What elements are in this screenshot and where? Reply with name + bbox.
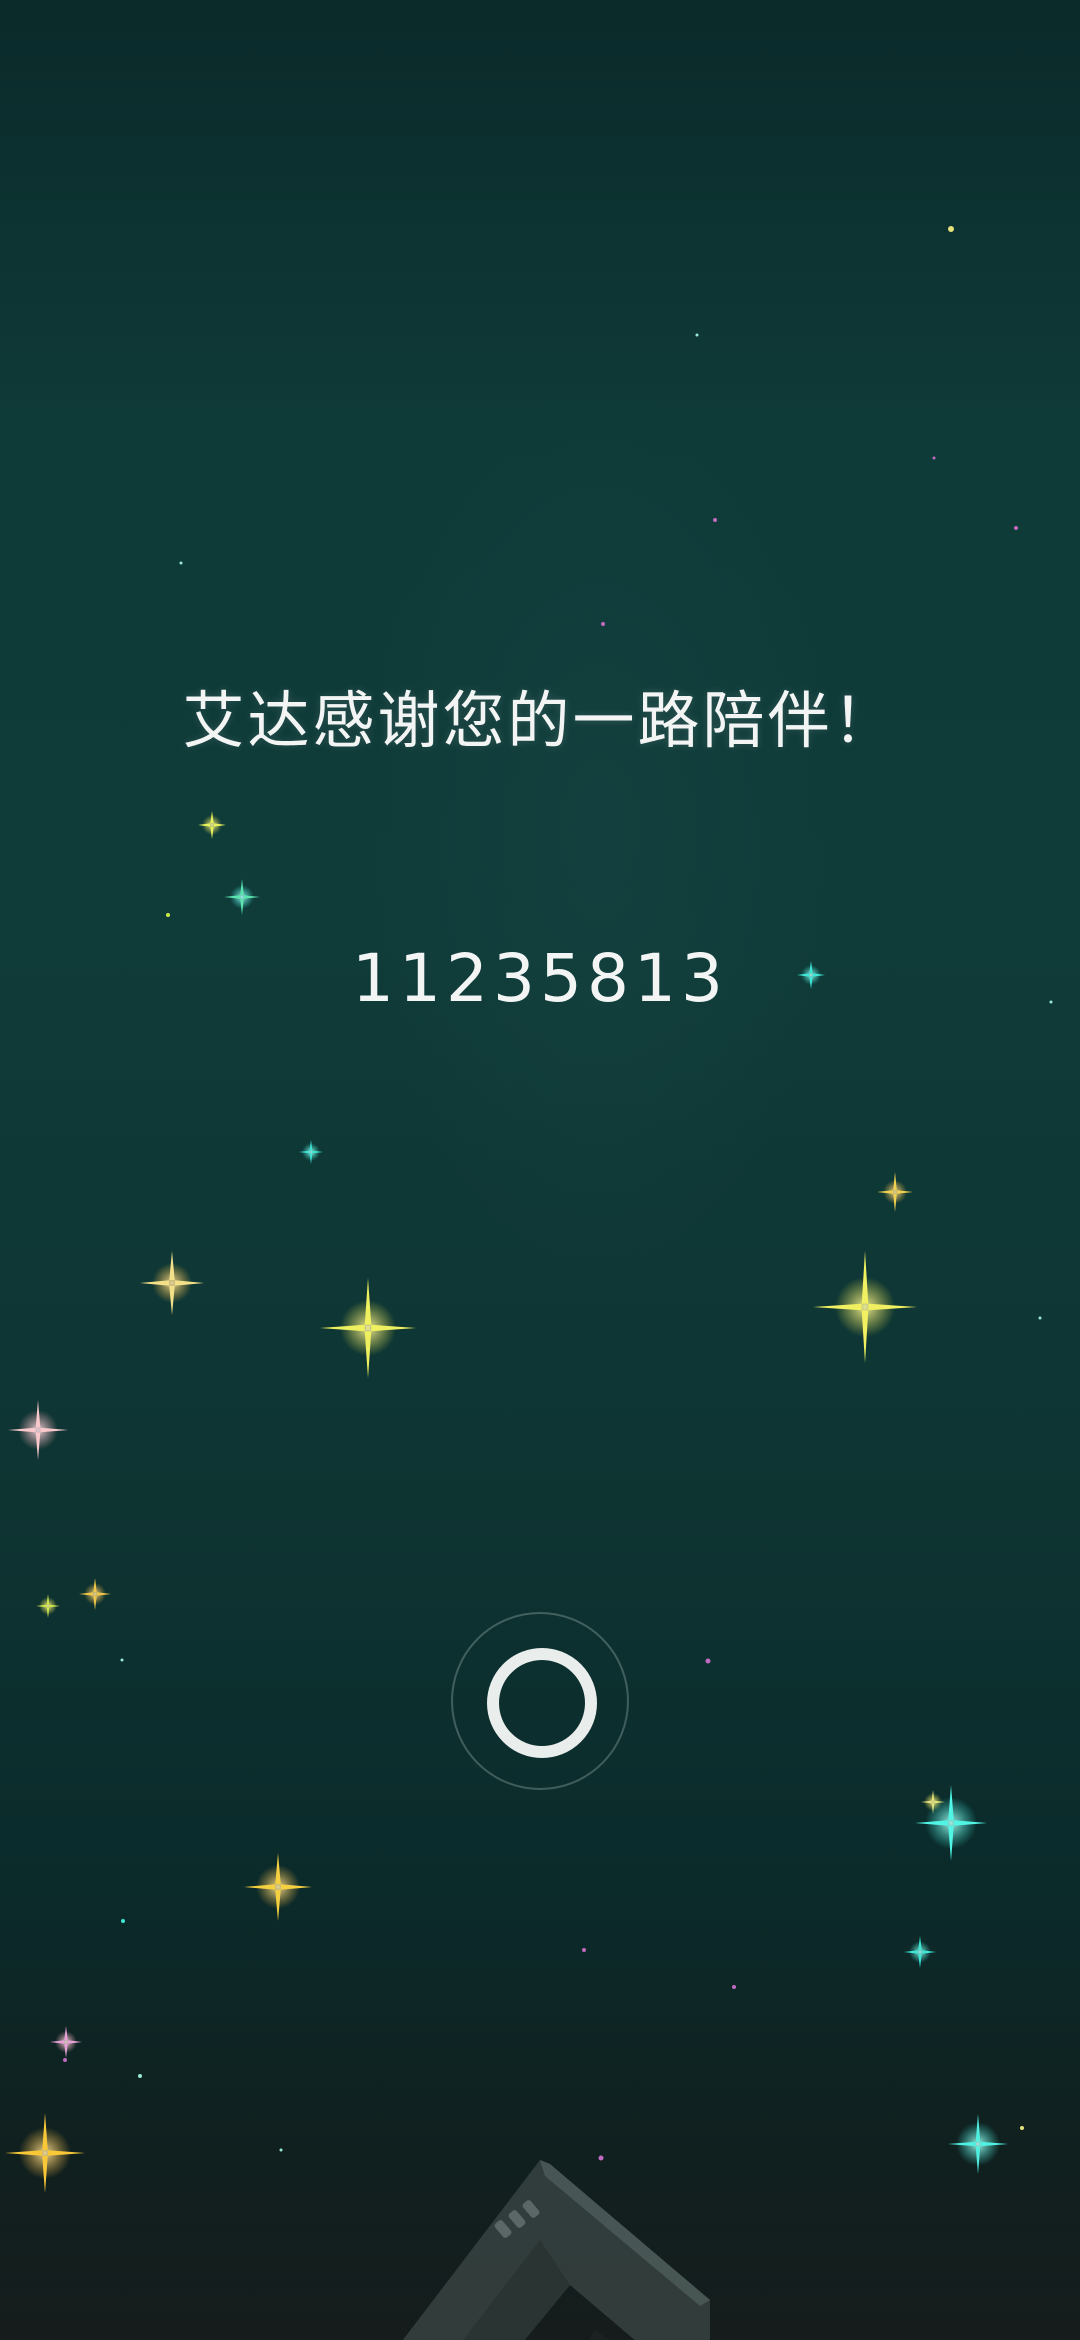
loading-ring-icon: [487, 1648, 597, 1758]
starfield-svg: [5, 226, 1053, 2193]
code-number: 11235813: [352, 940, 728, 1017]
game-screen[interactable]: 艾达感谢您的一路陪伴！ 11235813: [0, 0, 1080, 2340]
thank-you-message: 艾达感谢您的一路陪伴！: [182, 684, 898, 757]
loading-indicator: [451, 1612, 629, 1790]
monument-structure: [402, 2160, 710, 2340]
